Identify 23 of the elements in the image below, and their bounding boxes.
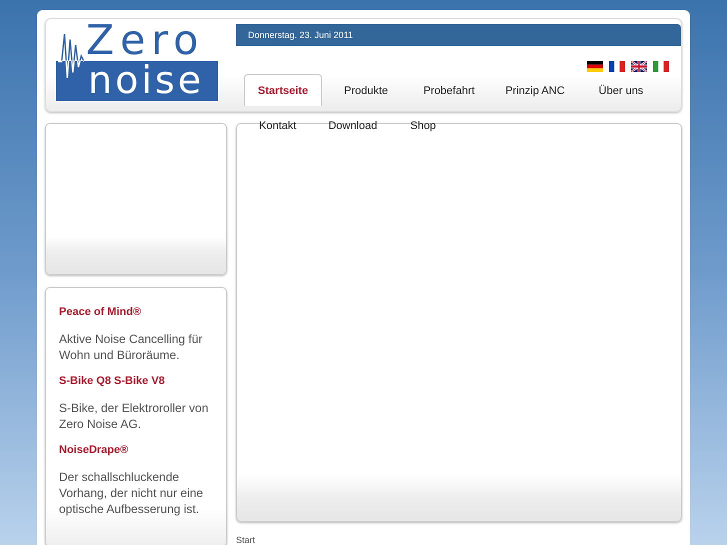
news-text: Aktive Noise Cancelling für Wohn und Büroräume.: [59, 331, 204, 363]
news-text: Der schallschluckende Vorhang, der nicht nur eine optische Aufbesserung ist.: [59, 469, 204, 517]
german-flag-icon[interactable]: [587, 61, 603, 72]
waveform-icon: [58, 33, 84, 79]
nav-tab[interactable]: Startseite: [244, 74, 322, 106]
news-title-link[interactable]: NoiseDrape®: [59, 444, 213, 456]
breadcrumb[interactable]: Start: [236, 535, 256, 545]
news-text: S-Bike, der Elektroroller von Zero Noise AG.: [59, 400, 210, 432]
news-title-link[interactable]: Peace of Mind®: [59, 306, 213, 318]
nav-tab[interactable]: Über uns: [582, 74, 660, 106]
french-flag-icon[interactable]: [609, 61, 625, 72]
nav-link[interactable]: Shop: [410, 120, 436, 132]
nav-link[interactable]: Download: [328, 120, 378, 132]
news-title-link[interactable]: S-Bike Q8 S-Bike V8: [59, 375, 213, 387]
logo-text: Zero: [86, 17, 204, 63]
logo-text: noise: [56, 61, 218, 101]
italian-flag-icon[interactable]: [653, 61, 669, 72]
nav-tab[interactable]: Prinzip ANC: [493, 74, 577, 106]
nav-link[interactable]: Kontakt: [259, 120, 296, 132]
date-text: Donnerstag. 23. Juni 2011: [248, 30, 353, 40]
nav-tab[interactable]: Probefahrt: [410, 74, 488, 106]
nav-tab[interactable]: Produkte: [327, 74, 405, 106]
british-flag-icon[interactable]: [631, 61, 647, 72]
